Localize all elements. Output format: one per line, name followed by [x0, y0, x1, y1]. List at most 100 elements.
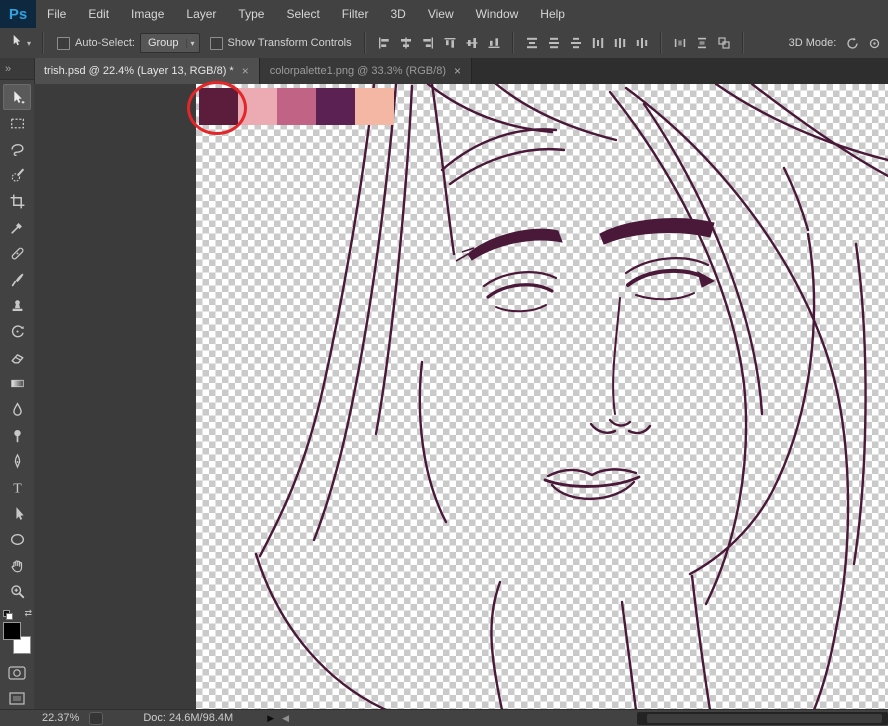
- 3d-orbit-icon[interactable]: [841, 33, 863, 53]
- pasteboard: [34, 84, 888, 710]
- tab-label: trish.psd @ 22.4% (Layer 13, RGB/8) *: [44, 65, 234, 77]
- distribute-horizontal-center-icon[interactable]: [609, 33, 631, 53]
- default-colors-icon[interactable]: [3, 610, 13, 620]
- palette-swatch-2[interactable]: [238, 88, 277, 125]
- menu-edit[interactable]: Edit: [77, 0, 120, 28]
- tool-blur[interactable]: [3, 396, 31, 422]
- tool-brush[interactable]: [3, 266, 31, 292]
- document-size-readout: Doc: 24.6M/98.4M: [143, 712, 233, 724]
- app-logo: Ps: [0, 0, 36, 28]
- tab-trish-psd[interactable]: trish.psd @ 22.4% (Layer 13, RGB/8) * ×: [34, 58, 260, 84]
- 3d-roll-icon[interactable]: [863, 33, 885, 53]
- divider: [512, 32, 514, 54]
- divider: [660, 32, 662, 54]
- options-bar: ▾ Auto-Select: Group ▾ Show Transform Co…: [0, 28, 888, 59]
- chevron-down-icon: ▾: [27, 39, 31, 48]
- tool-clone-stamp[interactable]: [3, 292, 31, 318]
- toolbar-collapse-button[interactable]: »: [0, 58, 34, 80]
- divider: [364, 32, 366, 54]
- screen-mode-button[interactable]: [9, 692, 25, 710]
- tool-eyedropper[interactable]: [3, 214, 31, 240]
- swap-colors-icon[interactable]: ⇄: [24, 608, 32, 619]
- align-top-icon[interactable]: [440, 32, 460, 54]
- distribute-horizontal-spacing-icon[interactable]: [669, 33, 691, 53]
- foreground-color-swatch[interactable]: [3, 622, 21, 640]
- tool-path-selection[interactable]: [3, 500, 31, 526]
- palette-swatch-1[interactable]: [199, 88, 238, 125]
- tool-rectangular-marquee[interactable]: [3, 110, 31, 136]
- auto-select-target-dropdown[interactable]: Group ▾: [140, 33, 200, 53]
- menu-file[interactable]: File: [36, 0, 77, 28]
- distribute-top-icon[interactable]: [521, 33, 543, 53]
- menu-select[interactable]: Select: [275, 0, 330, 28]
- tab-label: colorpalette1.png @ 33.3% (RGB/8): [270, 65, 446, 77]
- menu-help[interactable]: Help: [529, 0, 576, 28]
- menu-3d[interactable]: 3D: [379, 0, 416, 28]
- tool-ellipse-shape[interactable]: [3, 526, 31, 552]
- menu-type[interactable]: Type: [227, 0, 275, 28]
- distribute-right-icon[interactable]: [631, 33, 653, 53]
- menu-window[interactable]: Window: [465, 0, 530, 28]
- move-tool-icon: [9, 33, 24, 53]
- canvas-document[interactable]: [196, 84, 888, 710]
- tool-spot-healing-brush[interactable]: [3, 240, 31, 266]
- zoom-level-field[interactable]: 22.37%: [42, 712, 79, 724]
- close-icon[interactable]: ×: [242, 65, 249, 77]
- menu-layer[interactable]: Layer: [175, 0, 227, 28]
- color-palette-strip: [199, 88, 394, 125]
- menu-bar: Ps File Edit Image Layer Type Select Fil…: [0, 0, 888, 29]
- tab-colorpalette1-png[interactable]: colorpalette1.png @ 33.3% (RGB/8) ×: [260, 58, 472, 84]
- menu-image[interactable]: Image: [120, 0, 175, 28]
- distribute-vertical-spacing-icon[interactable]: [692, 32, 712, 54]
- auto-select-checkbox[interactable]: [57, 37, 70, 50]
- show-transform-checkbox[interactable]: [210, 37, 223, 50]
- auto-select-target-value: Group: [148, 37, 179, 49]
- palette-swatch-5[interactable]: [355, 88, 394, 125]
- align-bottom-icon[interactable]: [484, 32, 504, 54]
- close-icon[interactable]: ×: [454, 65, 461, 77]
- align-horizontal-center-icon[interactable]: [395, 33, 417, 53]
- tool-gradient[interactable]: [3, 370, 31, 396]
- line-art-drawing: [196, 84, 888, 710]
- palette-swatch-3[interactable]: [277, 88, 316, 125]
- tool-pen[interactable]: [3, 448, 31, 474]
- align-left-icon[interactable]: [373, 33, 395, 53]
- chevron-down-icon: ▾: [186, 39, 195, 48]
- quick-mask-button[interactable]: [8, 666, 26, 685]
- photoshop-window: Ps File Edit Image Layer Type Select Fil…: [0, 0, 888, 726]
- tool-dodge[interactable]: [3, 422, 31, 448]
- align-right-icon[interactable]: [417, 33, 439, 53]
- 3d-mode-label: 3D Mode:: [789, 37, 837, 49]
- status-bar: 22.37% Doc: 24.6M/98.4M ▶ ◀: [0, 709, 888, 726]
- menu-view[interactable]: View: [417, 0, 465, 28]
- svg-text:T: T: [13, 480, 22, 495]
- tool-preset-picker[interactable]: ▾: [0, 33, 35, 53]
- menu-filter[interactable]: Filter: [331, 0, 380, 28]
- scroll-left-arrow-icon[interactable]: ◀: [282, 713, 289, 724]
- auto-select-label: Auto-Select:: [75, 37, 135, 49]
- distribute-bottom-icon[interactable]: [565, 33, 587, 53]
- tools-panel: »: [0, 58, 35, 710]
- tool-crop[interactable]: [3, 188, 31, 214]
- divider: [42, 32, 44, 54]
- auto-align-layers-icon[interactable]: [713, 33, 735, 53]
- tool-type[interactable]: T: [3, 474, 31, 500]
- horizontal-scrollbar[interactable]: [637, 712, 888, 725]
- palette-swatch-4[interactable]: [316, 88, 355, 125]
- document-tab-bar: trish.psd @ 22.4% (Layer 13, RGB/8) * × …: [34, 58, 888, 84]
- tool-hand[interactable]: [3, 552, 31, 578]
- align-vertical-center-icon[interactable]: [462, 32, 482, 54]
- tool-lasso[interactable]: [3, 136, 31, 162]
- distribute-left-icon[interactable]: [587, 33, 609, 53]
- tool-move[interactable]: [3, 84, 31, 110]
- tool-quick-selection[interactable]: [3, 162, 31, 188]
- color-swatches-control: ⇄: [3, 622, 31, 654]
- divider: [742, 32, 744, 54]
- distribute-vertical-center-icon[interactable]: [543, 33, 565, 53]
- tool-zoom[interactable]: [3, 578, 31, 604]
- tool-history-brush[interactable]: [3, 318, 31, 344]
- status-flyout-arrow-icon[interactable]: ▶: [267, 713, 274, 724]
- scrollbar-thumb[interactable]: [647, 714, 882, 723]
- status-badge-icon[interactable]: [89, 712, 103, 725]
- tool-eraser[interactable]: [3, 344, 31, 370]
